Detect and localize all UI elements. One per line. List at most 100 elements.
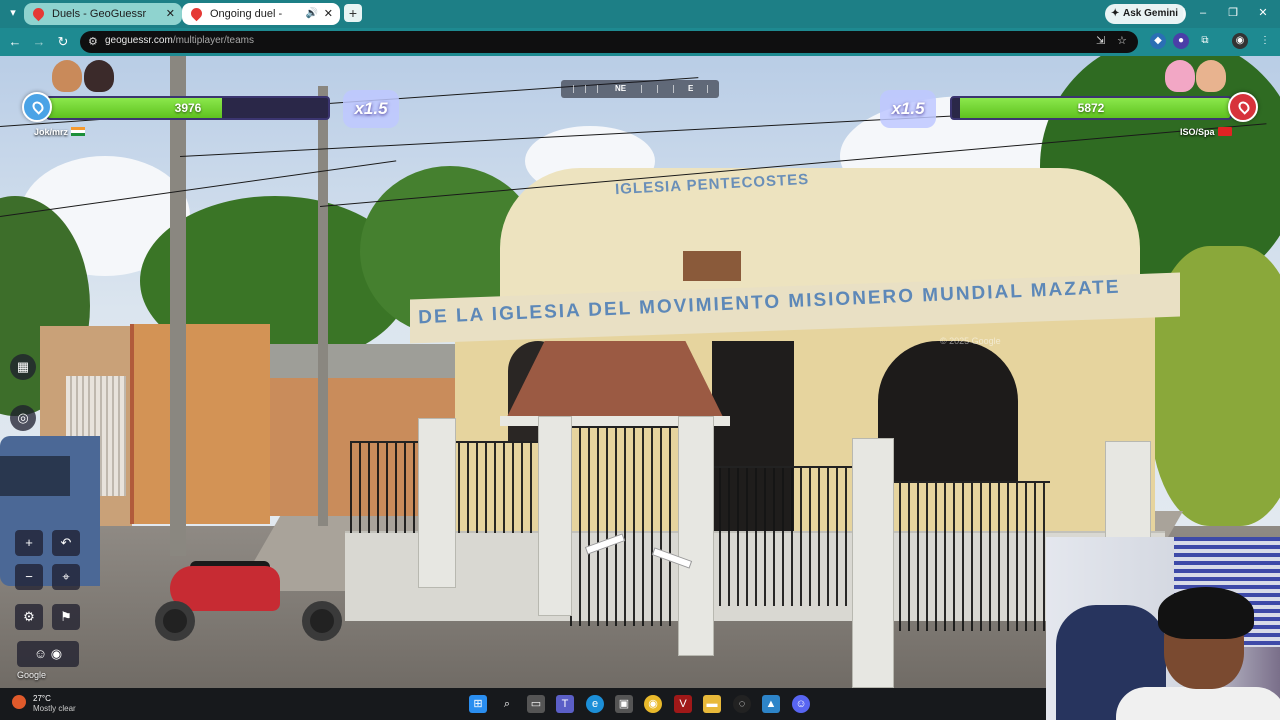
browser-toolbar: ← → ↻ ⚙ geoguessr.com/multiplayer/teams …	[0, 28, 1280, 56]
streamer-hair	[1158, 587, 1254, 639]
right-damage-multiplier: x1.5	[880, 90, 936, 128]
compass-label: E	[688, 84, 694, 93]
temperature: 27°C	[33, 694, 51, 703]
compass-label: NE	[615, 84, 627, 93]
tab-ongoing-duel[interactable]: Ongoing duel - GeoGuessr 🔊 ✕	[182, 3, 340, 42]
layers-icon[interactable]: ▦	[10, 354, 36, 380]
menu-dots-icon[interactable]: ⋮	[1257, 33, 1273, 49]
profile-avatar-icon[interactable]: ◉	[1232, 33, 1248, 49]
address-bar[interactable]: ⚙ geoguessr.com/multiplayer/teams ⇲ ☆	[80, 31, 1138, 53]
site-info-icon[interactable]: ⚙	[88, 35, 98, 48]
gemini-sparkle-icon: ✦	[1111, 8, 1120, 19]
iron-fence	[890, 481, 1050, 631]
camera-icon[interactable]: ◎	[10, 405, 36, 431]
church-logo	[683, 251, 741, 281]
india-flag-icon	[71, 127, 86, 136]
left-team-pin-icon	[22, 92, 52, 122]
player-avatar	[52, 60, 82, 92]
extensions-puzzle-icon[interactable]: ⧉	[1197, 33, 1213, 49]
url-path: /multiplayer/teams	[172, 35, 254, 46]
app2-icon[interactable]: ◌	[733, 695, 751, 713]
weather-condition: Mostly clear	[33, 704, 76, 713]
search-icon[interactable]: ⌕	[498, 695, 516, 713]
right-team-health-bar: 5872	[950, 96, 1232, 120]
car-window	[0, 456, 70, 496]
extension-icon[interactable]: ◆	[1150, 33, 1166, 49]
chat-emote-button[interactable]: ☺ ◉	[17, 641, 79, 667]
discord-icon[interactable]: ☺	[792, 695, 810, 713]
undo-move-icon[interactable]: ↶	[52, 530, 80, 556]
utility-pole	[318, 86, 328, 526]
return-to-start-icon[interactable]: ⌖	[52, 564, 80, 590]
tab-search-icon[interactable]: ▾	[6, 6, 20, 20]
edge-icon[interactable]: e	[586, 695, 604, 713]
tab-label: Duels - GeoGuessr	[52, 8, 147, 20]
streamer-body	[1116, 687, 1280, 720]
teams-icon[interactable]: T	[556, 695, 574, 713]
start-icon[interactable]: ⊞	[469, 695, 487, 713]
minimize-icon[interactable]: –	[1193, 4, 1213, 22]
tab-duels[interactable]: Duels - GeoGuessr ✕	[24, 3, 182, 25]
gray-wall-top	[270, 344, 460, 378]
right-team-pin-icon	[1228, 92, 1258, 122]
left-team-name: Jok/mrz	[34, 127, 86, 137]
photos-icon[interactable]: ▲	[762, 695, 780, 713]
streamer-webcam	[1046, 537, 1280, 720]
right-team-name-text: ISO/Spa	[1180, 127, 1215, 137]
task-view-icon[interactable]: ▭	[527, 695, 545, 713]
back-icon[interactable]: ←	[6, 33, 24, 51]
app-icon[interactable]: V	[674, 695, 692, 713]
geoguessr-favicon-icon	[188, 5, 205, 22]
flag-icon[interactable]: ⚑	[52, 604, 80, 630]
fence-pillar	[852, 438, 894, 688]
windows-taskbar: 27°C Mostly clear ⊞ ⌕ ▭ T e ▣ ◉ V ▬ ◌ ▲ …	[0, 688, 1046, 720]
copyright-watermark: © 2025 Google	[940, 336, 1001, 346]
player-avatar	[84, 60, 114, 92]
church-window	[878, 341, 1018, 481]
compass: NE E	[561, 80, 719, 98]
fence-pillar	[538, 416, 572, 616]
geoguessr-favicon-icon	[30, 5, 47, 22]
iron-gate	[570, 426, 680, 626]
settings-gear-icon[interactable]: ⚙	[15, 604, 43, 630]
fence-pillar	[678, 416, 714, 656]
scooter-wheel	[155, 601, 195, 641]
folder-icon[interactable]: ▬	[703, 695, 721, 713]
left-team-health-value: 3976	[174, 101, 202, 115]
right-team-health-value: 5872	[1077, 101, 1105, 115]
browser-tab-bar: ▾ Duels - GeoGuessr ✕ Ongoing duel - Geo…	[0, 0, 1280, 42]
close-tab-icon[interactable]: ✕	[166, 3, 175, 25]
fence-pillar	[418, 418, 456, 588]
bookmark-star-icon[interactable]: ☆	[1117, 34, 1127, 47]
turkey-flag-icon	[1217, 127, 1232, 136]
utility-pole	[170, 56, 186, 556]
left-damage-multiplier: x1.5	[343, 90, 399, 128]
url-host: geoguessr.com	[105, 35, 173, 46]
maximize-icon[interactable]: ❐	[1223, 4, 1243, 22]
new-tab-button[interactable]: +	[344, 4, 362, 22]
left-team-name-text: Jok/mrz	[34, 127, 69, 137]
weather-widget[interactable]: 27°C Mostly clear	[10, 693, 100, 715]
forward-icon[interactable]: →	[30, 33, 48, 51]
reload-icon[interactable]: ↻	[54, 33, 72, 51]
scooter-wheel	[302, 601, 342, 641]
store-icon[interactable]: ▣	[615, 695, 633, 713]
opponent-avatar	[1165, 60, 1195, 92]
zoom-out-button[interactable]: −	[15, 564, 43, 590]
extension-icon-2[interactable]: ●	[1173, 33, 1189, 49]
iron-fence	[710, 466, 855, 606]
google-logo: Google	[17, 670, 47, 680]
install-app-icon[interactable]: ⇲	[1096, 34, 1105, 47]
right-team-name: ISO/Spa	[1180, 127, 1232, 137]
chrome-icon[interactable]: ◉	[644, 695, 662, 713]
ask-gemini-label: Ask Gemini	[1123, 8, 1179, 19]
zoom-in-button[interactable]: +	[15, 530, 43, 556]
close-window-icon[interactable]: ✕	[1253, 4, 1273, 22]
url-text: geoguessr.com/multiplayer/teams	[105, 35, 254, 46]
opponent-avatar	[1196, 60, 1226, 92]
weather-icon	[12, 695, 26, 709]
orange-wall	[130, 324, 270, 524]
left-team-health-bar: 3976	[46, 96, 330, 120]
audio-playing-icon[interactable]: 🔊	[306, 3, 318, 25]
close-tab-icon[interactable]: ✕	[324, 3, 333, 25]
